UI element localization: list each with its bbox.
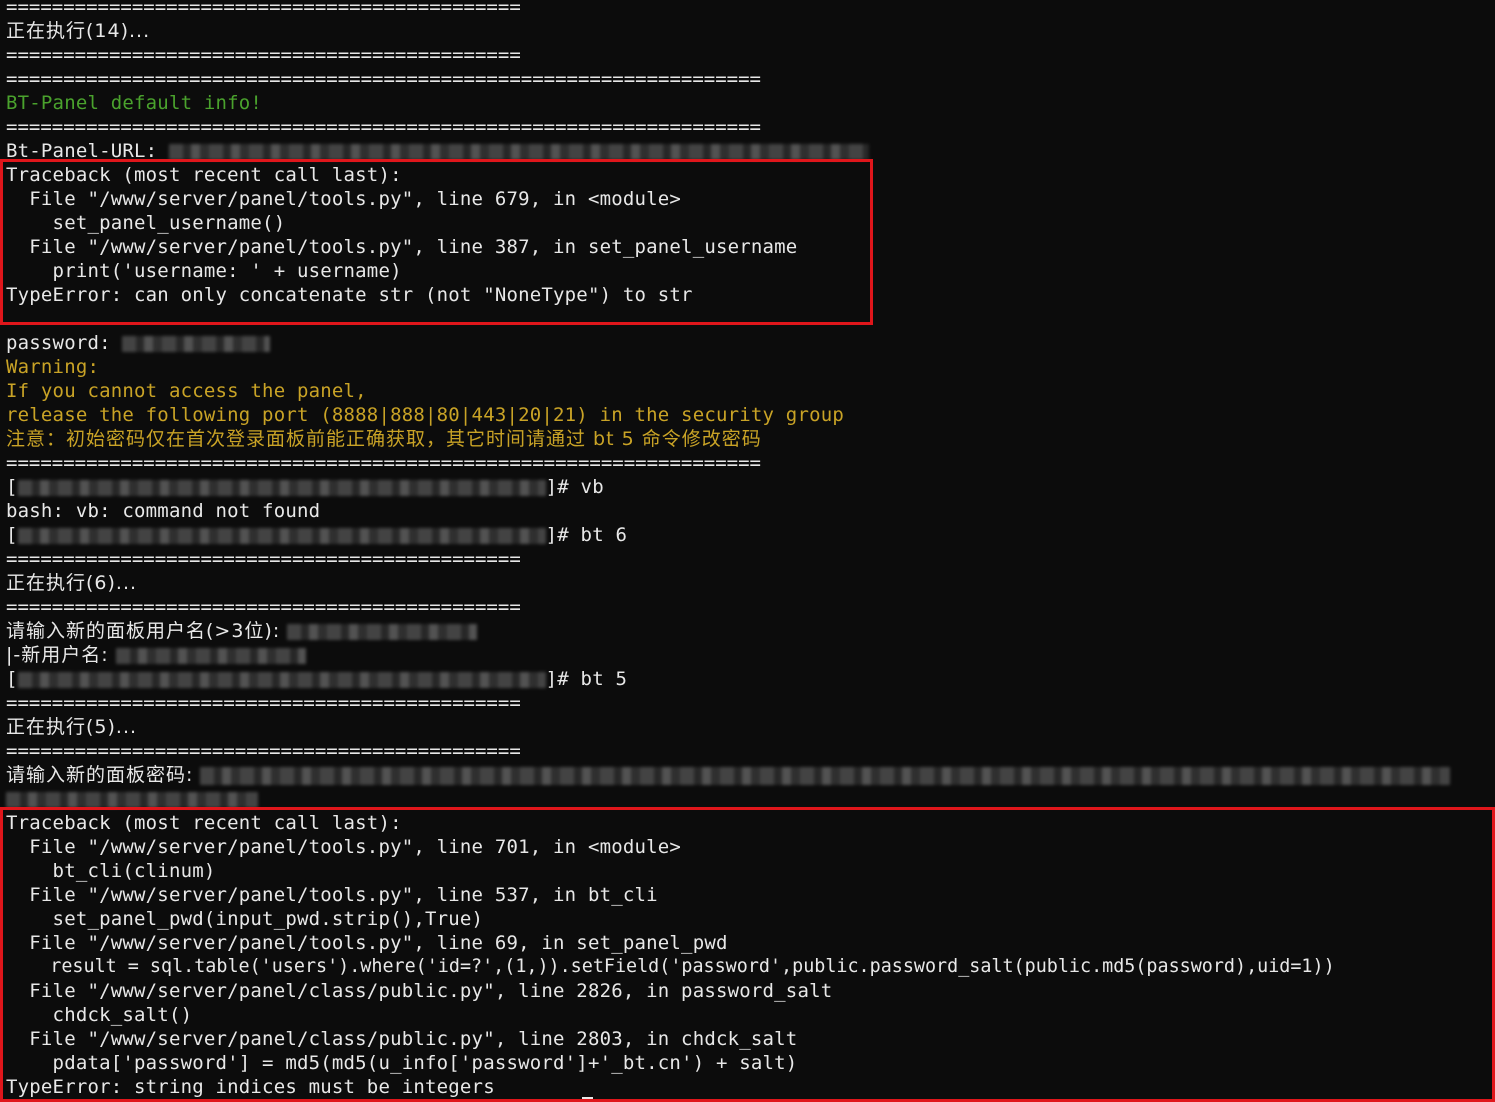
redacted-password (122, 335, 271, 352)
separator-line: ========================================… (6, 740, 521, 762)
executing-message: 正在执行(6)... (6, 572, 138, 594)
traceback-header: Traceback (most recent call last): (6, 812, 402, 834)
separator-line: ========================================… (6, 116, 761, 138)
separator-line: ========================================… (6, 596, 521, 618)
panel-url-line: Bt-Panel-URL: (6, 139, 869, 163)
separator-line: ========================================… (6, 0, 521, 18)
separator-line: ========================================… (6, 692, 521, 714)
bt-panel-info-heading: BT-Panel default info! (6, 92, 263, 114)
prompt-bracket: [ (6, 524, 18, 546)
redacted-username (115, 647, 306, 664)
traceback-line: pdata['password'] = md5(md5(u_info['pass… (6, 1052, 798, 1074)
new-username-prompt-line: 请输入新的面板用户名(>3位): (6, 619, 478, 643)
panel-url-label: Bt-Panel-URL: (6, 140, 169, 162)
text-cursor (582, 1097, 593, 1099)
new-username-line: |-新用户名: (6, 643, 306, 667)
traceback-line: chdck_salt() (6, 1004, 193, 1026)
prompt-bracket: [ (6, 476, 18, 498)
redacted-hostname (17, 671, 546, 688)
redacted-password-wrap (6, 787, 258, 811)
traceback-line: File "/www/server/panel/tools.py", line … (6, 188, 682, 210)
prompt-command: ]# vb (545, 476, 604, 498)
terminal-window[interactable]: ========================================… (0, 0, 1495, 1102)
redacted-password (200, 766, 1451, 785)
password-line: password: (6, 331, 271, 355)
traceback-line: set_panel_pwd(input_pwd.strip(),True) (6, 908, 484, 930)
traceback-line: print('username: ' + username) (6, 260, 402, 282)
new-username-label: |-新用户名: (6, 644, 116, 666)
new-password-prompt-line: 请输入新的面板密码: (6, 763, 1451, 787)
separator-line: ========================================… (6, 548, 521, 570)
shell-prompt: [ ]# vb (6, 475, 604, 499)
redacted-password (6, 791, 258, 808)
traceback-line: File "/www/server/panel/class/public.py"… (6, 980, 833, 1002)
password-label: password: (6, 332, 123, 354)
traceback-line: File "/www/server/panel/tools.py", line … (6, 884, 658, 906)
traceback-line: File "/www/server/panel/tools.py", line … (6, 932, 728, 954)
traceback-line: File "/www/server/panel/class/public.py"… (6, 1028, 798, 1050)
traceback-line: set_panel_username() (6, 212, 286, 234)
prompt-bracket: [ (6, 668, 18, 690)
traceback-line: bt_cli(clinum) (6, 860, 216, 882)
shell-prompt: [ ]# bt 5 (6, 667, 627, 691)
new-password-prompt: 请输入新的面板密码: (6, 764, 201, 786)
redacted-hostname (17, 479, 546, 496)
warning-heading: Warning: (6, 356, 100, 378)
shell-prompt: [ ]# bt 6 (6, 523, 627, 547)
warning-text: release the following port (8888|888|80|… (6, 404, 845, 426)
traceback-header: Traceback (most recent call last): (6, 164, 402, 186)
redacted-url (168, 143, 869, 160)
type-error-line: TypeError: can only concatenate str (not… (6, 284, 693, 306)
prompt-command: ]# bt 6 (545, 524, 628, 546)
type-error-line: TypeError: string indices must be intege… (6, 1076, 495, 1098)
prompt-command: ]# bt 5 (545, 668, 628, 690)
traceback-line: File "/www/server/panel/tools.py", line … (6, 836, 682, 858)
new-username-prompt: 请输入新的面板用户名(>3位): (6, 620, 288, 642)
separator-line: ========================================… (6, 68, 761, 90)
traceback-line: File "/www/server/panel/tools.py", line … (6, 236, 798, 258)
executing-message: 正在执行(14)... (6, 20, 151, 42)
bash-error-line: bash: vb: command not found (6, 500, 321, 522)
warning-text-cn: 注意：初始密码仅在首次登录面板前能正确获取，其它时间请通过 bt 5 命令修改密… (6, 428, 762, 450)
separator-line: ========================================… (6, 44, 521, 66)
traceback-line: result = sql.table('users').where('id=?'… (6, 956, 1335, 977)
executing-message: 正在执行(5)... (6, 716, 138, 738)
redacted-hostname (17, 527, 546, 544)
redacted-username (287, 623, 478, 640)
warning-text: If you cannot access the panel, (6, 380, 367, 402)
separator-line: ========================================… (6, 452, 761, 474)
